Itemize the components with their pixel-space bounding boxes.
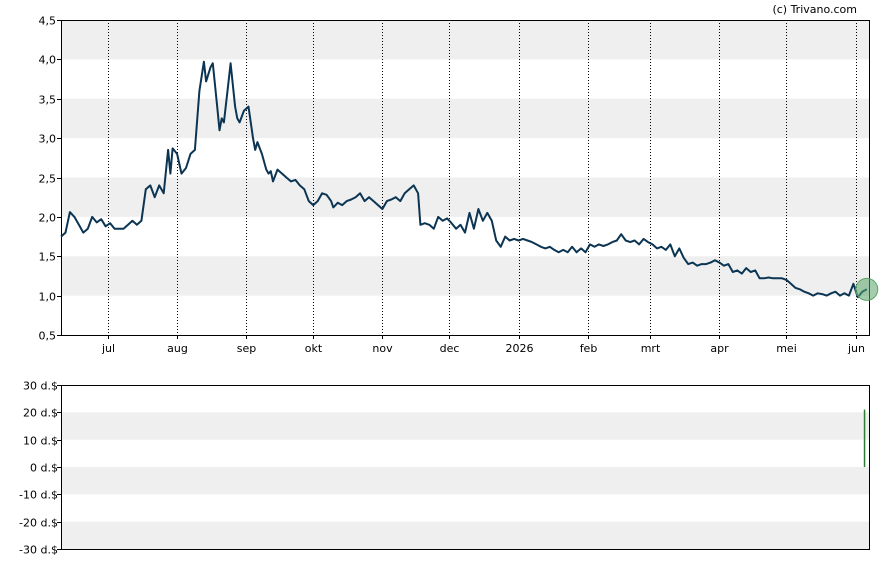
volume-band	[61, 412, 869, 440]
x-tick-label: mei	[776, 342, 797, 355]
volume-bar	[863, 409, 866, 467]
x-tick-label: aug	[167, 342, 188, 355]
y-tick-label: 4,5	[39, 15, 57, 28]
volume-grid-bands	[61, 412, 869, 549]
watermark: (c) Trivano.com	[772, 3, 857, 16]
x-tick-label: feb	[580, 342, 598, 355]
x-tick-label: jun	[847, 342, 865, 355]
volume-band	[61, 467, 869, 495]
y-tick-label: 10 d.$	[23, 435, 58, 448]
y-tick-label: -20 d.$	[19, 517, 58, 530]
y-tick-label: 0,5	[39, 330, 57, 343]
chart-page: 0,5 1,0 1,5 2,0 2,5 3,0 3,5 4,0 4,5 jul aug sep okt…	[0, 0, 888, 565]
price-band	[61, 177, 869, 217]
volume-bars	[863, 409, 866, 467]
y-tick-label: 30 d.$	[23, 380, 58, 393]
y-tick-label: 2,0	[39, 212, 57, 225]
last-price-marker	[855, 277, 879, 301]
y-tick-label: 3,0	[39, 133, 57, 146]
price-band	[61, 20, 869, 60]
y-tick-label: -10 d.$	[19, 489, 58, 502]
x-tick-label: dec	[440, 342, 460, 355]
y-tick-label: 3,5	[39, 94, 57, 107]
x-tick-label: sep	[237, 342, 256, 355]
price-band	[61, 256, 869, 296]
y-tick-label: -30 d.$	[19, 544, 58, 557]
y-tick-label: 0 d.$	[30, 462, 58, 475]
y-tick-label: 2,5	[39, 173, 57, 186]
x-tick-label: 2026	[506, 342, 534, 355]
x-tick-label: jul	[101, 342, 115, 355]
price-grid-bands	[61, 20, 869, 296]
x-tick-label: okt	[305, 342, 323, 355]
x-tick-label: mrt	[641, 342, 661, 355]
price-y-axis: 0,5 1,0 1,5 2,0 2,5 3,0 3,5 4,0 4,5	[39, 15, 61, 343]
y-tick-label: 1,5	[39, 251, 57, 264]
x-tick-label: apr	[710, 342, 729, 355]
chart-canvas: 0,5 1,0 1,5 2,0 2,5 3,0 3,5 4,0 4,5 jul aug sep okt…	[19, 3, 879, 557]
x-tick-label: nov	[372, 342, 393, 355]
price-band	[61, 98, 869, 139]
volume-y-axis: 30 d.$ 20 d.$ 10 d.$ 0 d.$ -10 d.$ -20 d.$ -30…	[19, 380, 61, 557]
y-tick-label: 4,0	[39, 54, 57, 67]
y-tick-label: 20 d.$	[23, 407, 58, 420]
price-x-axis: jul aug sep okt nov dec 2026 feb mrt apr mei jun	[101, 335, 865, 355]
volume-band	[61, 521, 869, 549]
y-tick-label: 1,0	[39, 291, 57, 304]
